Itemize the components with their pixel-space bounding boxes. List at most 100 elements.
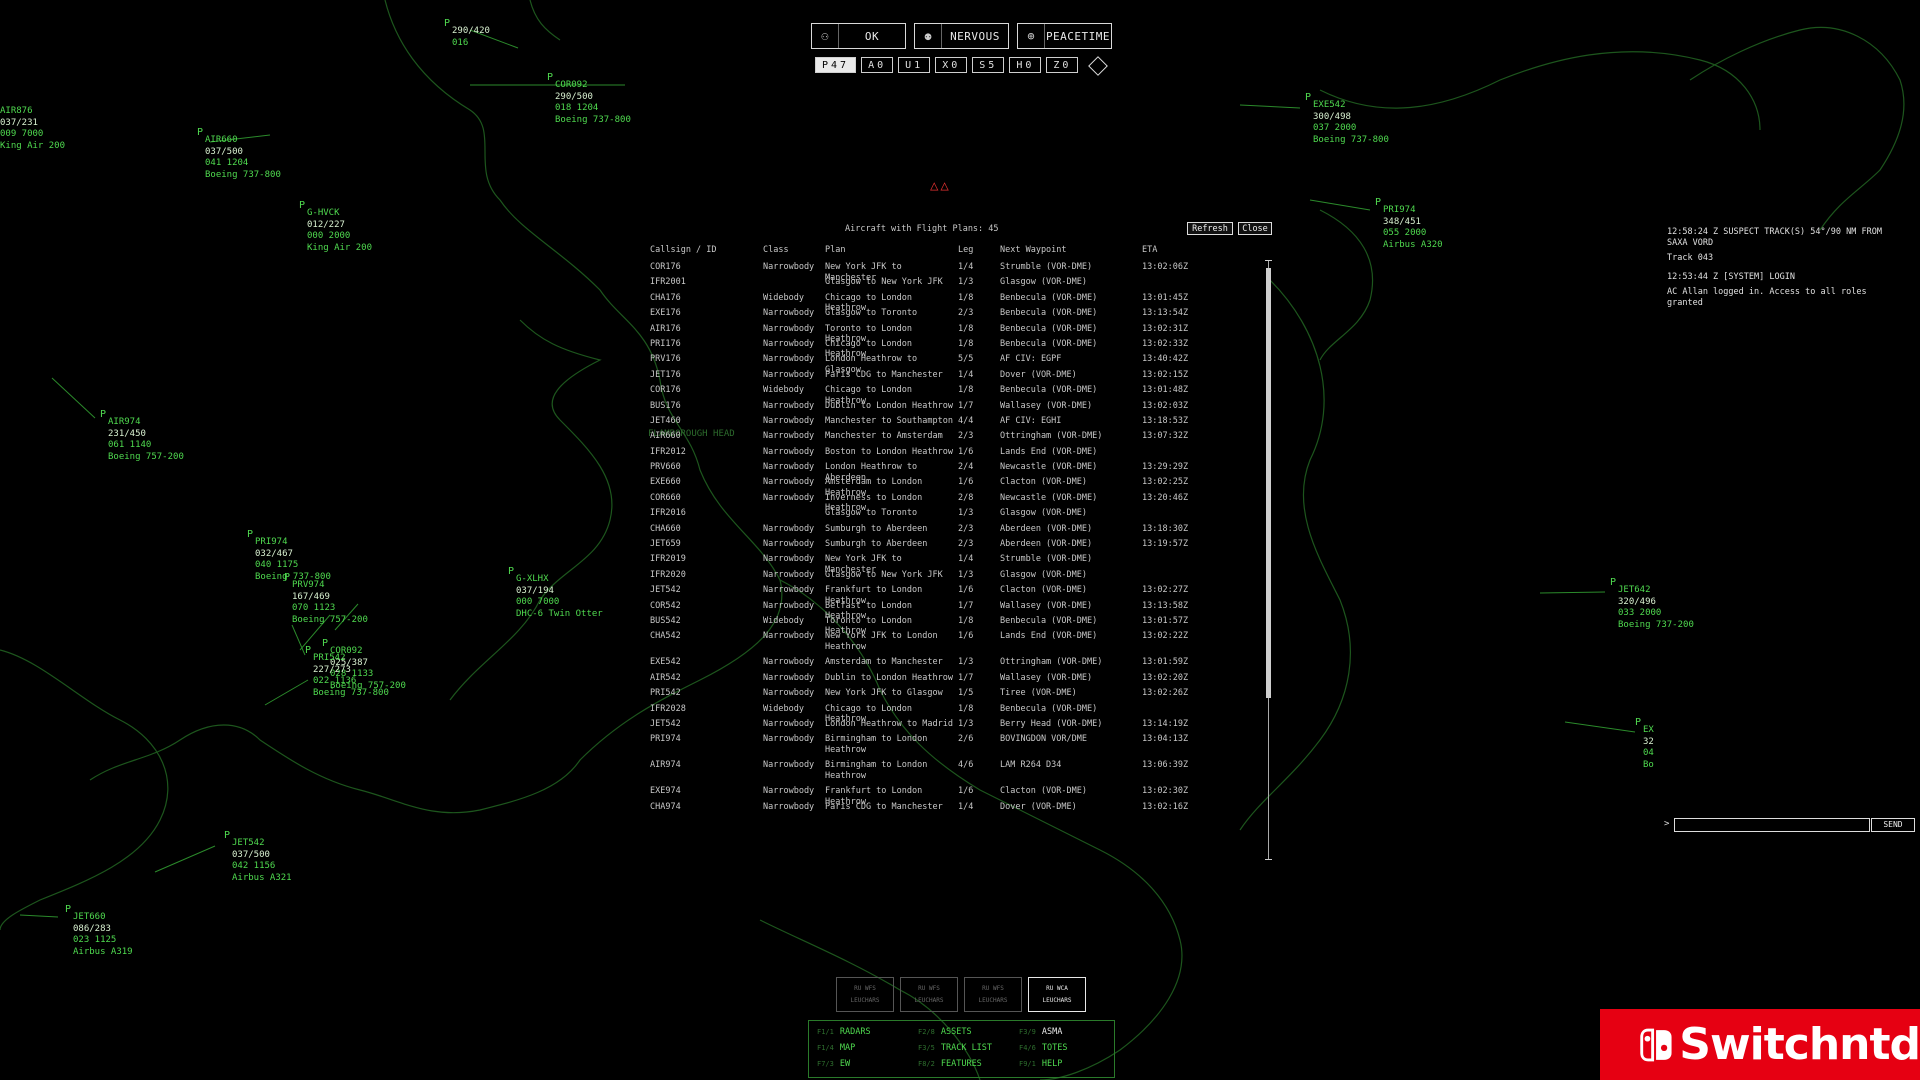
menu-item-track-list[interactable]: F3/5 TRACK LIST	[918, 1043, 992, 1053]
table-row[interactable]: JET460 Narrowbody Manchester to Southampto…	[648, 416, 1268, 431]
track-symbol-icon[interactable]: P	[305, 645, 311, 657]
diamond-icon[interactable]	[1088, 56, 1109, 76]
track-tag[interactable]: P JET642 320/496 033 2000 Boeing 737-200	[1610, 577, 1694, 631]
track-symbol-icon[interactable]: P	[197, 127, 203, 139]
track-tag[interactable]: P COR092 290/500 018 1204 Boeing 737-800	[547, 72, 631, 126]
track-tag[interactable]: PAIR876037/231009 7000King Air 200	[0, 106, 65, 152]
track-tag[interactable]: P AIR974 231/450 061 1140 Boeing 757-200	[100, 409, 184, 463]
col-header-waypoint[interactable]: Next Waypoint	[1000, 245, 1067, 255]
table-row[interactable]: PRI974 Narrowbody Birmingham to London Hea…	[648, 734, 1268, 760]
table-row[interactable]: BUS176 Narrowbody Dublin to London Heathro…	[648, 401, 1268, 416]
col-header-eta[interactable]: ETA	[1142, 245, 1157, 255]
col-header-leg[interactable]: Leg	[958, 245, 973, 255]
table-row[interactable]: COR542 Narrowbody Belfast to London Heathr…	[648, 601, 1268, 622]
menu-item-totes[interactable]: F4/6 TOTES	[1019, 1043, 1067, 1053]
table-row[interactable]: JET542 Narrowbody London Heathrow to Madri…	[648, 719, 1268, 734]
table-row[interactable]: PRI176 Narrowbody Chicago to London Heathr…	[648, 339, 1268, 360]
menu-item-map[interactable]: F1/4 MAP	[817, 1043, 855, 1053]
table-row[interactable]: COR176 Widebody Chicago to London Heathrow…	[648, 385, 1268, 406]
track-symbol-icon[interactable]: P	[1635, 717, 1641, 729]
track-symbol-icon[interactable]: P	[1305, 92, 1311, 104]
mood-status-button[interactable]: ⚉ NERVOUS	[914, 23, 1009, 49]
scrollbar-thumb[interactable]	[1266, 268, 1271, 698]
track-symbol-icon[interactable]: P	[224, 830, 230, 842]
track-symbol-icon[interactable]: P	[100, 409, 106, 421]
table-row[interactable]: AIR974 Narrowbody Birmingham to London Hea…	[648, 760, 1268, 786]
track-tag[interactable]: P G-XLHX 037/194 000 7000 DHC-6 Twin Otter	[508, 566, 603, 620]
table-row[interactable]: CHA176 Widebody Chicago to London Heathrow…	[648, 293, 1268, 314]
menu-item-asma[interactable]: F3/9 ASMA	[1019, 1027, 1062, 1037]
track-tag[interactable]: P 290/420 016	[444, 18, 490, 49]
track-tag[interactable]: P PRI974 348/451 055 2000 Airbus A320	[1375, 197, 1443, 251]
radar-tab[interactable]: RU WFS LEUCHARS	[964, 977, 1022, 1012]
table-row[interactable]: COR660 Narrowbody Inverness to London Heat…	[648, 493, 1268, 514]
table-row[interactable]: EXE660 Narrowbody Amsterdam to London Heat…	[648, 477, 1268, 498]
refresh-button[interactable]: Refresh	[1187, 222, 1233, 235]
track-symbol-icon[interactable]: P	[322, 638, 328, 650]
track-symbol-icon[interactable]: P	[299, 200, 305, 212]
close-button[interactable]: Close	[1238, 222, 1272, 235]
table-row[interactable]: JET176 Narrowbody Paris CDG to Manchester 1…	[648, 370, 1268, 385]
menu-item-features[interactable]: F8/2 FEATURES	[918, 1059, 982, 1069]
counter-a[interactable]: A 0	[861, 57, 894, 73]
track-symbol-icon[interactable]: P	[247, 529, 253, 541]
radar-tab[interactable]: RU WCA LEUCHARS	[1028, 977, 1086, 1012]
flight-plan-scrollbar[interactable]	[1265, 260, 1272, 860]
table-row[interactable]: IFR2016 Glasgow to Toronto 1/3 Glasgow (VOR…	[648, 508, 1268, 523]
table-row[interactable]: EXE176 Narrowbody Glasgow to Toronto 2/3 Ben…	[648, 308, 1268, 323]
table-row[interactable]: EXE974 Narrowbody Frankfurt to London Heat…	[648, 786, 1268, 807]
table-row[interactable]: CHA660 Narrowbody Sumburgh to Aberdeen 2/3 A…	[648, 524, 1268, 539]
counter-p[interactable]: P 47	[815, 57, 857, 73]
track-tag[interactable]: P PRI974 032/467 040 1175 Boeing 737-800	[247, 529, 331, 583]
send-button[interactable]: SEND	[1871, 818, 1915, 832]
track-tag[interactable]: P EX 32 04 Bo	[1635, 717, 1654, 771]
col-header-callsign[interactable]: Callsign / ID	[650, 245, 717, 255]
col-header-plan[interactable]: Plan	[825, 245, 845, 255]
menu-item-assets[interactable]: F2/8 ASSETS	[918, 1027, 972, 1037]
table-row[interactable]: BUS542 Widebody Toronto to London Heathrow…	[648, 616, 1268, 637]
table-row[interactable]: JET659 Narrowbody Sumburgh to Aberdeen 2/3 A…	[648, 539, 1268, 554]
track-tag[interactable]: P PRV974 167/469 070 1123 Boeing 757-200	[284, 572, 368, 626]
table-row[interactable]: IFR2001 Glasgow to New York JFK 1/3 Glasgow…	[648, 277, 1268, 292]
table-row[interactable]: COR176 Narrowbody New York JFK to Manchest…	[648, 262, 1268, 283]
table-row[interactable]: IFR2019 Narrowbody New York JFK to Manches…	[648, 554, 1268, 575]
counter-x[interactable]: X 0	[935, 57, 968, 73]
track-tag[interactable]: P G-HVCK 012/227 000 2000 King Air 200	[299, 200, 372, 254]
track-tag[interactable]: P AIR660 037/500 041 1204 Boeing 737-800	[197, 127, 281, 181]
track-symbol-icon[interactable]: P	[508, 566, 514, 578]
table-row[interactable]: PRV176 Narrowbody London Heathrow to Glasg…	[648, 354, 1268, 375]
table-row[interactable]: IFR2012 Narrowbody Boston to London Heathr…	[648, 447, 1268, 462]
track-symbol-icon[interactable]: P	[444, 18, 450, 30]
track-tag[interactable]: P JET660 086/283 023 1125 Airbus A319	[65, 904, 133, 958]
track-symbol-icon[interactable]: P	[1375, 197, 1381, 209]
table-row[interactable]: AIR660 Narrowbody Manchester to Amsterdam 2…	[648, 431, 1268, 446]
menu-item-help[interactable]: F9/1 HELP	[1019, 1059, 1062, 1069]
command-input[interactable]	[1674, 818, 1870, 832]
menu-item-ew[interactable]: F7/3 EW	[817, 1059, 850, 1069]
table-row[interactable]: AIR176 Narrowbody Toronto to London Heathr…	[648, 324, 1268, 345]
col-header-class[interactable]: Class	[763, 245, 789, 255]
table-row[interactable]: IFR2028 Widebody Chicago to London Heathro…	[648, 704, 1268, 725]
counter-z[interactable]: Z 0	[1046, 57, 1079, 73]
track-tag[interactable]: P EXE542 300/498 037 2000 Boeing 737-800	[1305, 92, 1389, 146]
table-row[interactable]: CHA974 Narrowbody Paris CDG to Manchester 1…	[648, 802, 1268, 817]
table-row[interactable]: PRI542 Narrowbody New York JFK to Glasgow 1…	[648, 688, 1268, 703]
menu-item-radars[interactable]: F1/1 RADARS	[817, 1027, 871, 1037]
track-tag[interactable]: P JET542 037/500 042 1156 Airbus A321	[224, 830, 292, 884]
radar-tab[interactable]: RU WFS LEUCHARS	[836, 977, 894, 1012]
counter-s[interactable]: S 5	[972, 57, 1005, 73]
track-symbol-icon[interactable]: P	[547, 72, 553, 84]
table-row[interactable]: PRV660 Narrowbody London Heathrow to Aberd…	[648, 462, 1268, 483]
threat-status-button[interactable]: ⚇ OK	[811, 23, 906, 49]
table-row[interactable]: CHA542 Narrowbody New York JFK to London H…	[648, 631, 1268, 657]
counter-h[interactable]: H 0	[1009, 57, 1042, 73]
counter-u[interactable]: U 1	[898, 57, 931, 73]
table-row[interactable]: JET542 Narrowbody Frankfurt to London Heat…	[648, 585, 1268, 606]
table-row[interactable]: EXE542 Narrowbody Amsterdam to Manchester 1…	[648, 657, 1268, 672]
track-symbol-icon[interactable]: P	[65, 904, 71, 916]
track-symbol-icon[interactable]: P	[1610, 577, 1616, 589]
track-symbol-icon[interactable]: P	[284, 572, 290, 584]
radar-tab[interactable]: RU WFS LEUCHARS	[900, 977, 958, 1012]
track-tag[interactable]: P PRI542 227/273 022 1136 Boeing 737-800	[305, 645, 389, 699]
state-status-button[interactable]: ⊕ PEACETIME	[1017, 23, 1112, 49]
